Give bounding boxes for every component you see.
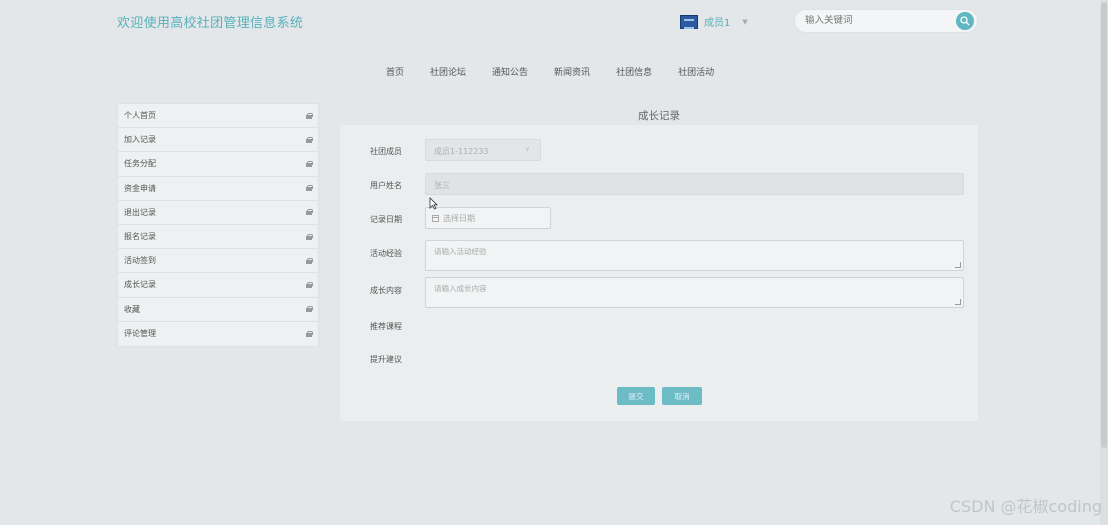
nav-notice[interactable]: 通知公告 [492,65,528,78]
sidebar-item-label: 退出记录 [124,207,156,217]
scrollbar-thumb[interactable] [1101,2,1107,448]
main-nav: 首页 社团论坛 通知公告 新闻资讯 社团信息 社团活动 [386,65,740,78]
scrollbar[interactable] [1100,0,1108,525]
nav-forum[interactable]: 社团论坛 [430,65,466,78]
user-menu[interactable]: 成员1 ▼ [680,14,748,29]
sidebar-item-label: 加入记录 [124,135,156,145]
experience-placeholder: 请输入活动经验 [434,247,487,256]
experience-label: 活动经验 [370,249,402,258]
name-field[interactable]: 张三 [425,173,964,195]
growth-textarea[interactable]: 请输入成长内容 [425,277,964,308]
member-label: 社团成员 [370,147,402,156]
mouse-cursor-icon [429,197,438,210]
advice-label: 提升建议 [370,355,402,364]
site-title: 欢迎使用高校社团管理信息系统 [117,16,304,31]
growth-record-form: 社团成员 成员1-112233 ∨ 用户姓名 张三 记录日期 选择日期 活动经验… [340,125,978,421]
lock-icon [306,233,313,240]
sidebar-item-label: 报名记录 [124,232,156,242]
nav-home[interactable]: 首页 [386,65,404,78]
sidebar-item-signup-records[interactable]: 报名记录 [118,225,318,250]
sidebar-item-task-assign[interactable]: 任务分配 [118,152,318,177]
date-picker[interactable]: 选择日期 [425,207,551,229]
chevron-down-icon: ∨ [524,145,530,153]
sidebar-item-personal-home[interactable]: 个人首页 [118,104,318,129]
sidebar-item-checkin[interactable]: 活动签到 [118,249,318,274]
sidebar-item-exit-records[interactable]: 退出记录 [118,201,318,225]
sidebar-item-join-records[interactable]: 加入记录 [118,128,318,153]
lock-icon [306,306,313,313]
lock-icon [306,257,313,264]
search-button[interactable] [956,12,974,30]
experience-textarea[interactable]: 请输入活动经验 [425,240,964,271]
sidebar-item-label: 收藏 [124,304,140,314]
sidebar-item-favorites[interactable]: 收藏 [118,298,318,322]
lock-icon [306,330,313,337]
lock-icon [306,136,313,143]
sidebar-item-label: 成长记录 [124,280,156,290]
watermark: CSDN @花椒coding [949,497,1102,516]
sidebar-item-label: 活动签到 [124,256,156,266]
nav-club-info[interactable]: 社团信息 [616,65,652,78]
sidebar-item-label: 评论管理 [124,329,156,339]
lock-icon [306,281,313,288]
name-label: 用户姓名 [370,181,402,190]
page-title: 成长记录 [638,110,680,122]
course-label: 推荐课程 [370,322,402,331]
lock-icon [306,209,313,216]
date-label: 记录日期 [370,215,402,224]
nav-club-activities[interactable]: 社团活动 [678,65,714,78]
sidebar-item-comments[interactable]: 评论管理 [118,322,318,346]
avatar [680,14,698,29]
search-icon [960,16,970,26]
sidebar-item-label: 个人首页 [124,111,156,121]
resize-handle-icon[interactable] [955,262,961,268]
sidebar-item-label: 资金申请 [124,183,156,193]
date-placeholder: 选择日期 [443,213,475,223]
lock-icon [306,160,313,167]
resize-handle-icon[interactable] [955,299,961,305]
sidebar-item-growth-records[interactable]: 成长记录 [118,273,318,298]
growth-placeholder: 请输入成长内容 [434,284,487,293]
sidebar-item-label: 任务分配 [124,159,156,169]
sidebar-item-fund-apply[interactable]: 资金申请 [118,177,318,201]
search-input[interactable] [805,15,945,26]
user-name[interactable]: 成员1 [704,14,730,29]
chevron-down-icon[interactable]: ▼ [742,18,747,26]
member-select-value: 成员1-112233 [434,147,489,156]
sidebar: 个人首页 加入记录 任务分配 资金申请 退出记录 报名记录 活动签到 成长记录 … [117,103,319,347]
member-select[interactable]: 成员1-112233 ∨ [425,139,541,161]
growth-label: 成长内容 [370,286,402,295]
lock-icon [306,112,313,119]
submit-button[interactable]: 提交 [617,387,655,405]
search-box [794,9,978,33]
calendar-icon [432,214,439,222]
cancel-button[interactable]: 取消 [662,387,702,405]
lock-icon [306,185,313,192]
nav-news[interactable]: 新闻资讯 [554,65,590,78]
